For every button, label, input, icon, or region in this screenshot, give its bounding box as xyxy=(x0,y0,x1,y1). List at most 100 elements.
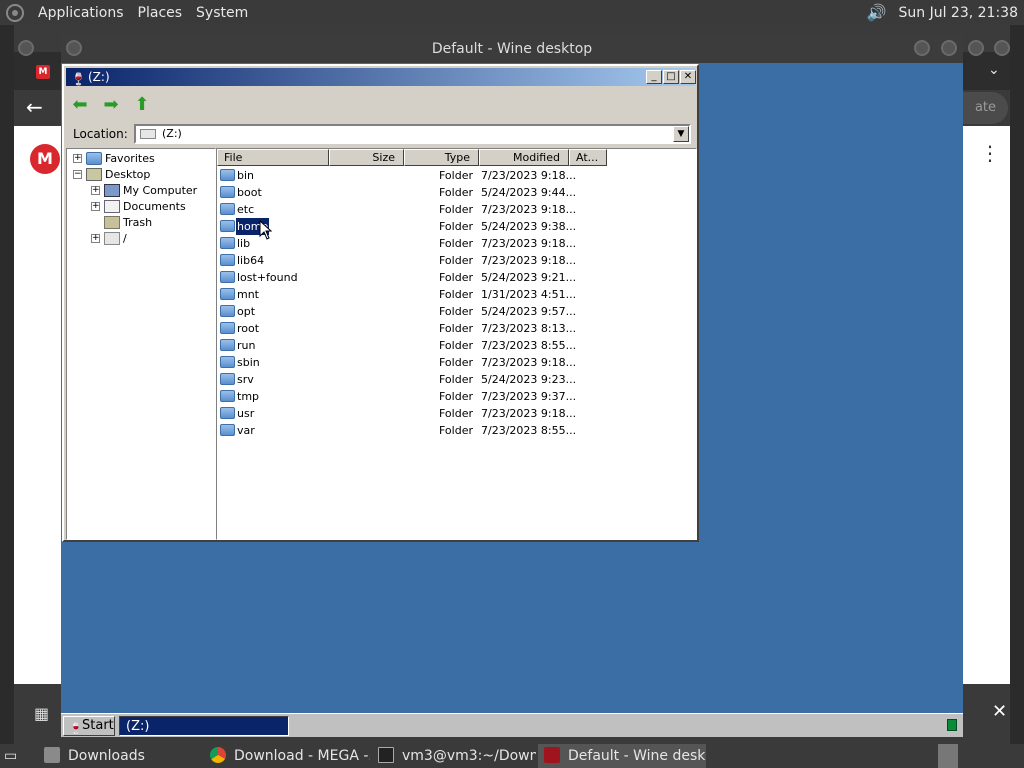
menu-system[interactable]: System xyxy=(196,5,248,21)
computer-icon xyxy=(104,184,120,197)
folder-icon xyxy=(220,288,235,300)
chevron-down-icon[interactable]: ⌄ xyxy=(988,62,1000,78)
folder-icon xyxy=(220,322,235,334)
folder-icon xyxy=(220,254,235,266)
folder-icon xyxy=(220,373,235,385)
taskbar-button-label: Download - MEGA -... xyxy=(234,748,370,764)
file-type: Folder xyxy=(439,203,473,216)
file-name: root xyxy=(237,322,260,335)
folder-icon xyxy=(220,220,235,232)
file-row[interactable]: home Folder 5/24/2023 9:38... xyxy=(217,217,696,236)
file-type: Folder xyxy=(439,220,473,233)
tree-item[interactable]: + / xyxy=(67,231,215,247)
file-row[interactable]: root Folder 7/23/2023 8:13... xyxy=(217,320,696,337)
file-name: run xyxy=(237,339,256,352)
taskbar-button[interactable]: vm3@vm3:~/Downl... xyxy=(372,744,536,768)
tree-item[interactable]: Trash xyxy=(67,215,215,231)
taskbar-button[interactable]: Downloads xyxy=(38,744,198,768)
file-name: lost+found xyxy=(237,271,298,284)
file-name: var xyxy=(237,424,255,437)
location-combobox[interactable]: (Z:) ▼ xyxy=(134,124,691,144)
file-row[interactable]: sbin Folder 7/23/2023 9:18... xyxy=(217,354,696,371)
file-row[interactable]: lost+found Folder 5/24/2023 9:21... xyxy=(217,269,696,286)
file-row[interactable]: mnt Folder 1/31/2023 4:51... xyxy=(217,286,696,303)
clock[interactable]: Sun Jul 23, 21:38 xyxy=(899,5,1019,21)
file-row[interactable]: etc Folder 7/23/2023 9:18... xyxy=(217,201,696,218)
maximize-icon[interactable] xyxy=(941,40,957,56)
tree-item[interactable]: + My Computer xyxy=(67,183,215,199)
chrome-window-menu-icon[interactable] xyxy=(18,40,34,56)
back-icon[interactable]: ⬅ xyxy=(69,94,91,116)
file-row[interactable]: srv Folder 5/24/2023 9:23... xyxy=(217,371,696,388)
back-arrow-icon[interactable]: ← xyxy=(26,95,43,119)
taskbar-button[interactable]: Default - Wine desk... xyxy=(538,744,706,768)
file-modified: 5/24/2023 9:44... xyxy=(481,186,577,199)
file-row[interactable]: opt Folder 5/24/2023 9:57... xyxy=(217,303,696,320)
tree-item-label: / xyxy=(123,232,127,245)
tree-item[interactable]: + Documents xyxy=(67,199,215,215)
file-modified: 5/24/2023 9:57... xyxy=(481,305,577,318)
file-row[interactable]: bin Folder 7/23/2023 9:18... xyxy=(217,167,696,184)
tree-item[interactable]: + Favorites xyxy=(67,151,215,167)
mega-tab-icon[interactable]: M xyxy=(36,65,50,79)
chrome-close-button-icon[interactable] xyxy=(994,40,1010,56)
file-row[interactable]: lib Folder 7/23/2023 9:18... xyxy=(217,235,696,252)
file-row[interactable]: lib64 Folder 7/23/2023 9:18... xyxy=(217,252,696,269)
file-row[interactable]: var Folder 7/23/2023 8:55... xyxy=(217,422,696,439)
close-icon[interactable]: ✕ xyxy=(992,701,1007,722)
file-type: Folder xyxy=(439,407,473,420)
file-icon[interactable]: ▦ xyxy=(34,704,49,723)
minimize-icon[interactable] xyxy=(914,40,930,56)
menu-applications[interactable]: Applications xyxy=(38,5,124,21)
chrome-minimize-icon[interactable] xyxy=(968,40,984,56)
start-button[interactable]: 🍷 Start xyxy=(63,716,115,736)
column-file[interactable]: File xyxy=(217,149,329,166)
file-type: Folder xyxy=(439,305,473,318)
more-options-icon[interactable]: ⋮ xyxy=(980,143,1000,163)
file-modified: 5/24/2023 9:21... xyxy=(481,271,577,284)
expand-icon[interactable]: + xyxy=(91,234,100,243)
close-button[interactable]: ✕ xyxy=(680,70,696,84)
expand-icon[interactable]: + xyxy=(91,202,100,211)
maximize-button[interactable]: □ xyxy=(663,70,679,84)
file-row[interactable]: usr Folder 7/23/2023 9:18... xyxy=(217,405,696,422)
explorer-titlebar[interactable]: 🍷 (Z:) _ □ ✕ xyxy=(66,68,696,86)
volume-icon[interactable]: 🔊 xyxy=(867,3,887,22)
taskbar-item-explorer[interactable]: (Z:) xyxy=(119,716,289,736)
wine-glass-icon: 🍷 xyxy=(71,72,86,86)
column-type[interactable]: Type xyxy=(404,149,479,166)
file-row[interactable]: tmp Folder 7/23/2023 9:37... xyxy=(217,388,696,405)
file-row[interactable]: run Folder 7/23/2023 8:55... xyxy=(217,337,696,354)
file-modified: 7/23/2023 9:37... xyxy=(481,390,577,403)
column-size[interactable]: Size xyxy=(329,149,404,166)
file-row[interactable]: boot Folder 5/24/2023 9:44... xyxy=(217,184,696,201)
file-list[interactable]: File Size Type Modified At... bin Folder 7… xyxy=(216,148,697,540)
show-desktop-icon[interactable]: ▭ xyxy=(4,744,22,768)
wine-tray-icon[interactable] xyxy=(938,744,958,768)
wine-desktop-titlebar[interactable]: Default - Wine desktop xyxy=(61,35,963,63)
documents-icon xyxy=(104,200,120,213)
file-modified: 7/23/2023 9:18... xyxy=(481,237,577,250)
mega-logo-icon[interactable]: M xyxy=(30,144,60,174)
file-name: srv xyxy=(237,373,254,386)
column-attributes[interactable]: At... xyxy=(569,149,607,166)
minimize-button[interactable]: _ xyxy=(646,70,662,84)
forward-icon[interactable]: ➡ xyxy=(100,94,122,116)
tree-item[interactable]: − Desktop xyxy=(67,167,215,183)
file-name: etc xyxy=(237,203,255,216)
window-menu-icon[interactable] xyxy=(66,40,82,56)
file-type: Folder xyxy=(439,288,473,301)
up-icon[interactable]: ⬆ xyxy=(131,94,153,116)
expand-icon[interactable]: + xyxy=(73,154,82,163)
tree-item-label: Trash xyxy=(123,216,153,229)
tray-icon[interactable] xyxy=(947,719,957,731)
taskbar-button[interactable]: Download - MEGA -... xyxy=(204,744,370,768)
collapse-icon[interactable]: − xyxy=(73,170,82,179)
menu-places[interactable]: Places xyxy=(138,5,183,21)
column-modified[interactable]: Modified xyxy=(479,149,569,166)
folder-tree[interactable]: + Favorites − Desktop + My Computer + Documents… xyxy=(66,148,216,540)
gnome-foot-icon[interactable] xyxy=(6,3,24,22)
expand-icon[interactable]: + xyxy=(91,186,100,195)
dropdown-arrow-icon[interactable]: ▼ xyxy=(673,126,689,142)
file-name: opt xyxy=(237,305,256,318)
